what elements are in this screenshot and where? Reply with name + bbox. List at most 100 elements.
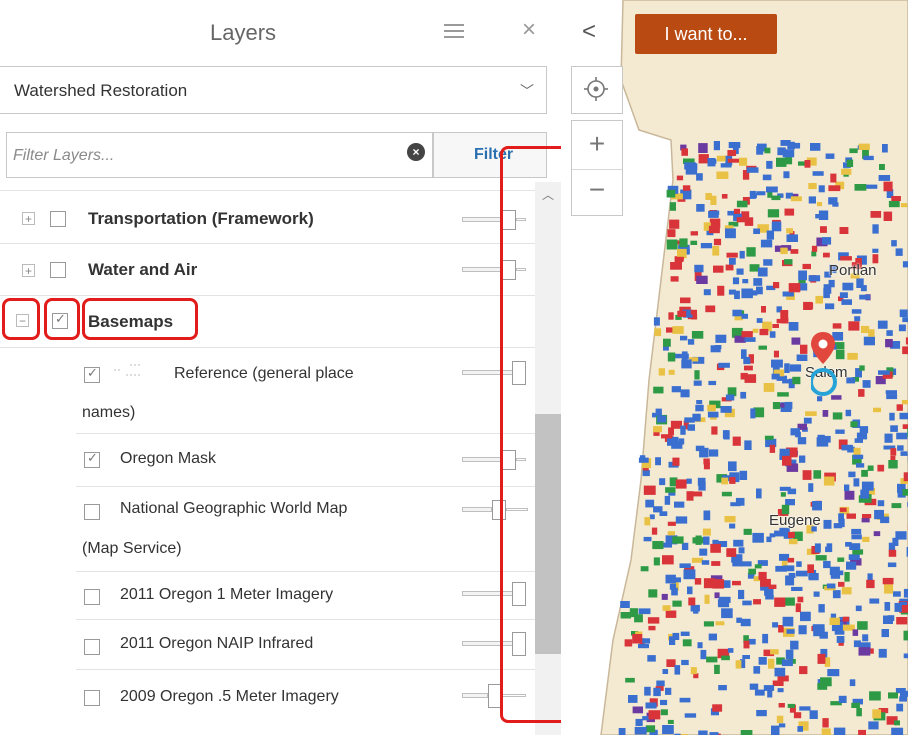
map-marker[interactable] [758, 657, 767, 665]
map-marker[interactable] [821, 237, 832, 245]
map-marker[interactable] [772, 622, 779, 628]
map-marker[interactable] [882, 577, 894, 585]
map-marker[interactable] [766, 230, 774, 240]
map-view[interactable]: < I want to... + − Portlan Salem Eugene [561, 0, 908, 735]
map-marker[interactable] [849, 148, 858, 154]
map-marker[interactable] [672, 632, 680, 640]
map-marker[interactable] [661, 593, 668, 600]
map-marker[interactable] [681, 659, 689, 666]
map-marker[interactable] [687, 424, 696, 431]
map-marker[interactable] [858, 647, 871, 656]
map-marker[interactable] [778, 723, 786, 728]
map-marker[interactable] [840, 256, 852, 261]
map-marker[interactable] [821, 728, 831, 734]
map-marker[interactable] [789, 364, 802, 372]
layer-checkbox-2011-naip[interactable] [84, 639, 100, 655]
map-marker[interactable] [851, 702, 860, 708]
map-marker[interactable] [786, 629, 795, 634]
map-marker[interactable] [638, 457, 649, 463]
map-marker[interactable] [698, 143, 708, 153]
filter-layers-input[interactable]: Filter Layers... × [6, 132, 433, 178]
map-marker[interactable] [893, 591, 901, 597]
map-marker[interactable] [620, 601, 630, 608]
map-marker[interactable] [798, 625, 807, 635]
map-marker[interactable] [771, 221, 782, 232]
map-marker[interactable] [733, 208, 741, 214]
zoom-out-button[interactable]: − [572, 169, 622, 216]
map-marker[interactable] [653, 557, 660, 566]
clear-icon[interactable]: × [407, 143, 425, 161]
map-marker[interactable] [829, 617, 840, 625]
map-marker[interactable] [817, 653, 826, 664]
map-marker[interactable] [764, 147, 771, 154]
map-marker[interactable] [873, 407, 882, 413]
map-marker[interactable] [884, 433, 893, 443]
map-marker[interactable] [769, 331, 776, 338]
map-marker[interactable] [791, 337, 801, 345]
map-marker[interactable] [787, 703, 795, 708]
map-marker[interactable] [901, 400, 908, 405]
map-marker[interactable] [854, 184, 867, 191]
map-marker[interactable] [888, 460, 898, 469]
map-marker[interactable] [716, 171, 729, 180]
map-marker[interactable] [756, 488, 762, 499]
map-marker[interactable] [662, 669, 669, 674]
map-marker[interactable] [753, 599, 761, 605]
map-marker[interactable] [679, 563, 691, 568]
map-marker[interactable] [874, 509, 884, 520]
map-marker[interactable] [693, 380, 702, 386]
map-marker[interactable] [674, 501, 685, 508]
map-marker[interactable] [669, 202, 676, 211]
map-marker[interactable] [645, 702, 657, 709]
map-marker[interactable] [884, 584, 894, 594]
map-marker[interactable] [785, 575, 795, 586]
map-marker[interactable] [736, 217, 748, 223]
map-marker[interactable] [895, 248, 903, 256]
map-marker[interactable] [680, 389, 690, 398]
map-marker[interactable] [805, 411, 817, 416]
map-marker[interactable] [809, 197, 815, 202]
map-marker[interactable] [681, 359, 692, 369]
map-marker[interactable] [707, 411, 719, 418]
map-marker[interactable] [748, 568, 756, 575]
map-marker[interactable] [718, 685, 727, 691]
map-marker[interactable] [667, 531, 675, 536]
map-marker[interactable] [681, 351, 688, 360]
map-marker[interactable] [667, 229, 676, 238]
map-marker[interactable] [733, 539, 744, 547]
map-marker[interactable] [846, 513, 857, 519]
map-marker[interactable] [780, 310, 789, 320]
map-marker[interactable] [762, 174, 772, 181]
map-marker[interactable] [752, 532, 764, 543]
map-marker[interactable] [736, 200, 748, 208]
map-marker[interactable] [793, 712, 802, 719]
map-marker[interactable] [786, 228, 793, 234]
map-marker[interactable] [797, 437, 807, 445]
map-marker[interactable] [655, 457, 661, 466]
map-marker[interactable] [729, 477, 736, 484]
map-marker[interactable] [892, 537, 899, 546]
map-marker[interactable] [683, 569, 696, 580]
map-marker[interactable] [826, 583, 836, 589]
map-marker[interactable] [852, 629, 859, 636]
map-marker[interactable] [899, 309, 908, 318]
map-marker[interactable] [721, 477, 729, 485]
map-marker[interactable] [779, 553, 790, 561]
layer-checkbox-natgeo[interactable] [84, 504, 100, 520]
map-marker[interactable] [720, 163, 732, 168]
map-marker[interactable] [891, 240, 897, 247]
map-marker[interactable] [796, 570, 808, 577]
map-marker[interactable] [788, 322, 799, 331]
map-marker[interactable] [851, 534, 862, 540]
map-marker[interactable] [647, 617, 660, 624]
map-marker[interactable] [690, 231, 698, 236]
map-marker[interactable] [808, 275, 821, 282]
map-marker[interactable] [707, 404, 716, 412]
map-marker[interactable] [863, 336, 875, 346]
map-marker[interactable] [645, 499, 655, 508]
map-marker[interactable] [638, 608, 651, 615]
map-marker[interactable] [738, 589, 745, 600]
map-marker[interactable] [753, 666, 761, 674]
map-marker[interactable] [768, 658, 775, 669]
map-marker[interactable] [742, 655, 750, 659]
